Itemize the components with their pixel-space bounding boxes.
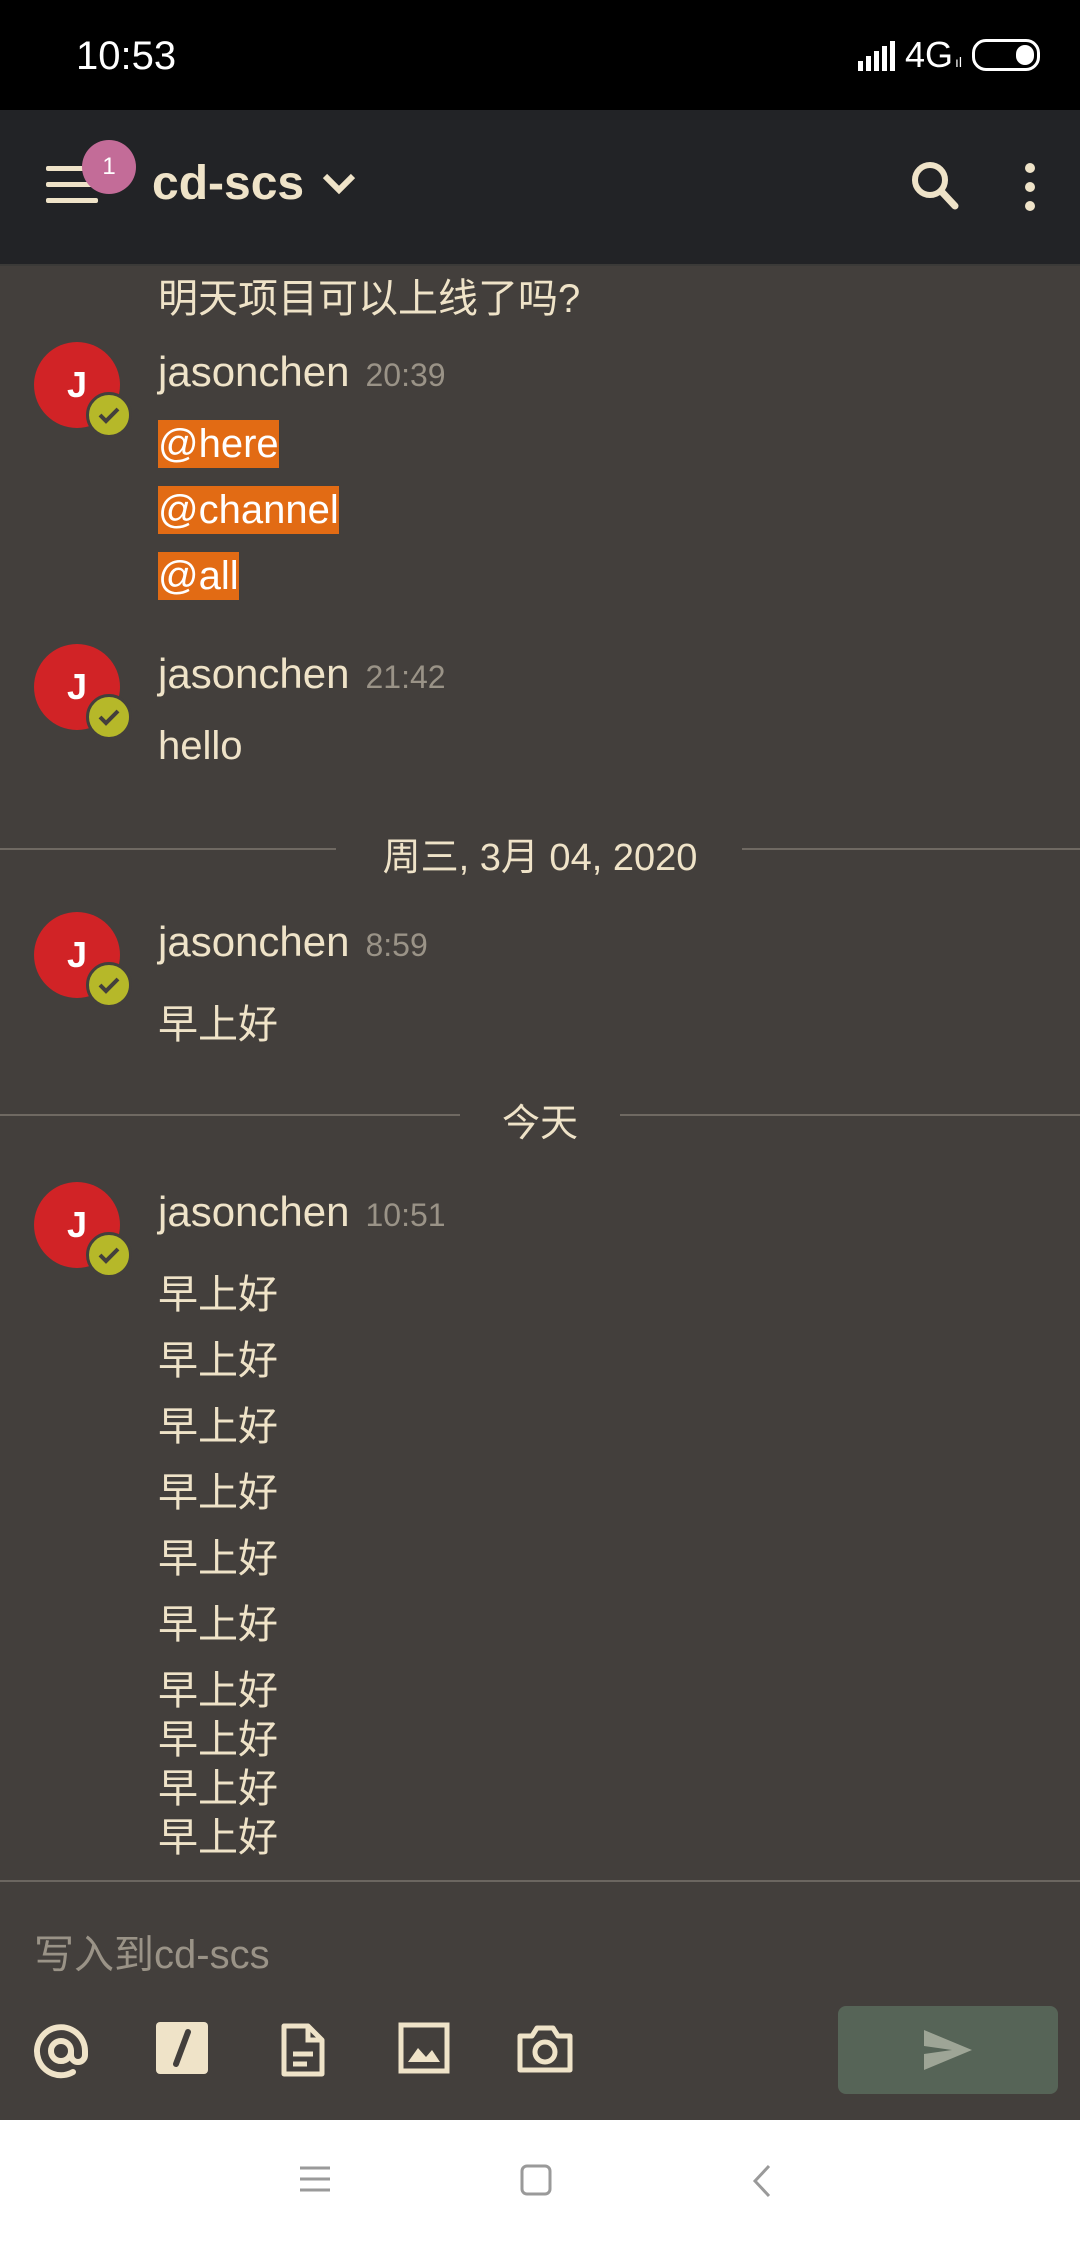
- status-time: 10:53: [76, 34, 177, 78]
- system-nav-bar: [0, 2120, 1080, 2248]
- network-type: 4G: [904, 34, 953, 75]
- message-text: 早上好: [158, 1537, 278, 1581]
- mention[interactable]: @here: [158, 420, 279, 468]
- message-time: 8:59: [365, 927, 428, 963]
- channel-title[interactable]: cd-scs: [152, 156, 356, 211]
- home-icon[interactable]: [520, 2164, 552, 2196]
- channel-header: 1 cd-scs: [0, 110, 1080, 266]
- status-bar: 10:53 4G ıl: [0, 0, 1080, 110]
- online-status-icon: [86, 392, 132, 438]
- channel-name: cd-scs: [152, 157, 305, 210]
- search-icon[interactable]: [910, 160, 960, 214]
- unread-badge: 1: [82, 140, 136, 194]
- message-text: hello: [158, 724, 243, 768]
- message-time: 21:42: [365, 659, 446, 695]
- chevron-down-icon: [322, 173, 356, 194]
- camera-icon[interactable]: [516, 2022, 574, 2074]
- message-text: 明天项目可以上线了吗?: [158, 277, 581, 321]
- image-icon[interactable]: [398, 2022, 450, 2074]
- username[interactable]: jasonchen: [158, 348, 349, 396]
- file-attachment-icon[interactable]: [280, 2022, 326, 2078]
- mention[interactable]: @channel: [158, 486, 339, 534]
- username[interactable]: jasonchen: [158, 1188, 349, 1236]
- date-label: 周三, 3月 04, 2020: [382, 837, 698, 879]
- message-text: 早上好: [158, 1405, 278, 1449]
- recent-apps-icon[interactable]: [298, 2164, 332, 2194]
- send-icon: [924, 2030, 972, 2070]
- message-text: 早上好: [158, 1816, 278, 1860]
- username[interactable]: jasonchen: [158, 918, 349, 966]
- message-text: 早上好: [158, 1273, 278, 1317]
- slash-command-icon[interactable]: [156, 2022, 208, 2074]
- network-activity: ıl: [955, 54, 962, 70]
- more-options-icon[interactable]: [1020, 160, 1040, 214]
- online-status-icon: [86, 962, 132, 1008]
- mention[interactable]: @all: [158, 552, 239, 600]
- battery-icon: [972, 39, 1040, 71]
- message-list[interactable]: 明天项目可以上线了吗? J jasonchen 20:39 @here @cha…: [0, 266, 1080, 1880]
- message-time: 20:39: [365, 357, 446, 393]
- message-text: 早上好: [158, 1003, 278, 1047]
- message-text: 早上好: [158, 1471, 278, 1515]
- back-icon[interactable]: [752, 2164, 772, 2198]
- date-separator: 周三, 3月 04, 2020: [0, 818, 1080, 879]
- at-mention-icon[interactable]: [32, 2022, 90, 2080]
- username[interactable]: jasonchen: [158, 650, 349, 698]
- message-input[interactable]: 写入到cd-scs: [34, 1922, 270, 1980]
- message-composer: 写入到cd-scs: [0, 1880, 1080, 2120]
- send-button[interactable]: [838, 2006, 1058, 2094]
- message-time: 10:51: [365, 1197, 446, 1233]
- date-label: 今天: [501, 1103, 578, 1145]
- date-separator: 今天: [0, 1084, 1080, 1145]
- signal-icon: [857, 39, 895, 71]
- online-status-icon: [86, 694, 132, 740]
- message-text: 早上好: [158, 1603, 278, 1647]
- message-text: 早上好: [158, 1339, 278, 1383]
- online-status-icon: [86, 1232, 132, 1278]
